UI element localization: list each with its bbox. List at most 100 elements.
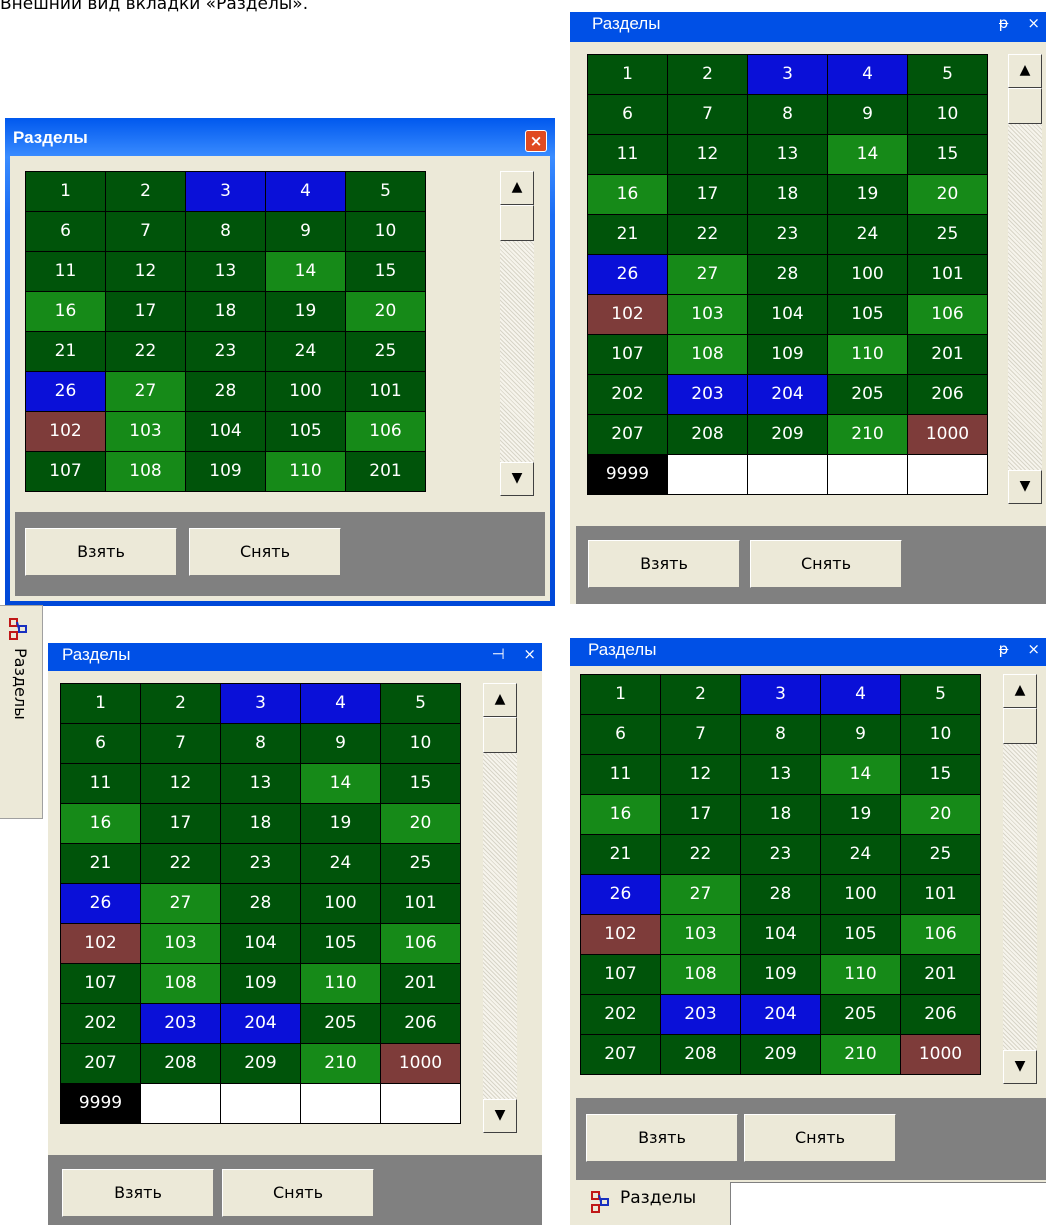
section-cell[interactable]: 12 xyxy=(106,252,185,291)
section-cell[interactable]: 5 xyxy=(381,684,460,723)
section-cell[interactable]: 106 xyxy=(908,295,987,334)
section-cell[interactable]: 14 xyxy=(821,755,900,794)
section-cell[interactable]: 25 xyxy=(346,332,425,371)
section-cell[interactable]: 207 xyxy=(588,415,667,454)
section-cell[interactable]: 11 xyxy=(61,764,140,803)
section-cell[interactable]: 20 xyxy=(346,292,425,331)
scroll-up-icon[interactable]: ▲ xyxy=(1003,674,1037,708)
section-cell[interactable]: 24 xyxy=(821,835,900,874)
section-cell[interactable]: 9999 xyxy=(588,455,667,494)
section-cell[interactable]: 104 xyxy=(221,924,300,963)
section-cell[interactable]: 106 xyxy=(346,412,425,451)
section-cell[interactable]: 22 xyxy=(668,215,747,254)
section-cell[interactable]: 21 xyxy=(581,835,660,874)
section-cell[interactable]: 12 xyxy=(661,755,740,794)
section-cell[interactable]: 210 xyxy=(301,1044,380,1083)
section-cell[interactable]: 8 xyxy=(186,212,265,251)
section-cell[interactable]: 9999 xyxy=(61,1084,140,1123)
section-cell[interactable]: 107 xyxy=(26,452,105,491)
section-cell[interactable]: 22 xyxy=(661,835,740,874)
scroll-down-icon[interactable]: ▼ xyxy=(483,1099,517,1133)
side-tab-sections[interactable]: Разделы xyxy=(0,605,43,819)
section-cell[interactable]: 28 xyxy=(748,255,827,294)
section-cell[interactable]: 2 xyxy=(668,55,747,94)
section-cell[interactable]: 206 xyxy=(908,375,987,414)
section-cell[interactable]: 13 xyxy=(186,252,265,291)
section-cell[interactable]: 3 xyxy=(186,172,265,211)
section-cell[interactable]: 24 xyxy=(301,844,380,883)
section-cell[interactable]: 18 xyxy=(186,292,265,331)
section-cell[interactable]: 11 xyxy=(581,755,660,794)
section-cell[interactable]: 15 xyxy=(908,135,987,174)
section-cell[interactable]: 104 xyxy=(748,295,827,334)
section-cell[interactable]: 105 xyxy=(828,295,907,334)
section-cell[interactable]: 104 xyxy=(186,412,265,451)
scroll-thumb[interactable] xyxy=(1003,708,1037,744)
section-cell[interactable]: 202 xyxy=(581,995,660,1034)
section-cell[interactable]: 201 xyxy=(908,335,987,374)
section-cell[interactable]: 4 xyxy=(828,55,907,94)
section-cell[interactable]: 18 xyxy=(741,795,820,834)
take-button[interactable]: Взять xyxy=(25,528,177,576)
section-cell[interactable]: 101 xyxy=(901,875,980,914)
section-cell[interactable]: 205 xyxy=(821,995,900,1034)
scroll-down-icon[interactable]: ▼ xyxy=(1008,470,1042,504)
titlebar[interactable]: Разделы ᵽ × xyxy=(570,638,1046,666)
section-cell[interactable]: 202 xyxy=(61,1004,140,1043)
empty-section-cell[interactable] xyxy=(381,1084,460,1123)
scrollbar[interactable]: ▲ ▼ xyxy=(1008,54,1042,504)
section-cell[interactable]: 103 xyxy=(668,295,747,334)
section-cell[interactable]: 207 xyxy=(581,1035,660,1074)
section-cell[interactable]: 14 xyxy=(828,135,907,174)
close-icon[interactable]: × xyxy=(525,130,547,152)
scrollbar[interactable]: ▲ ▼ xyxy=(1003,674,1037,1084)
section-cell[interactable]: 110 xyxy=(301,964,380,1003)
section-cell[interactable]: 103 xyxy=(661,915,740,954)
section-cell[interactable]: 19 xyxy=(821,795,900,834)
section-cell[interactable]: 1 xyxy=(61,684,140,723)
section-cell[interactable]: 105 xyxy=(821,915,900,954)
section-cell[interactable]: 1 xyxy=(588,55,667,94)
empty-section-cell[interactable] xyxy=(748,455,827,494)
section-cell[interactable]: 6 xyxy=(61,724,140,763)
section-cell[interactable]: 10 xyxy=(381,724,460,763)
section-cell[interactable]: 22 xyxy=(106,332,185,371)
section-cell[interactable]: 8 xyxy=(741,715,820,754)
section-cell[interactable]: 109 xyxy=(186,452,265,491)
section-cell[interactable]: 27 xyxy=(668,255,747,294)
section-cell[interactable]: 12 xyxy=(141,764,220,803)
section-cell[interactable]: 109 xyxy=(748,335,827,374)
section-cell[interactable]: 13 xyxy=(221,764,300,803)
section-cell[interactable]: 109 xyxy=(741,955,820,994)
section-cell[interactable]: 15 xyxy=(346,252,425,291)
section-cell[interactable]: 103 xyxy=(141,924,220,963)
section-cell[interactable]: 107 xyxy=(588,335,667,374)
section-cell[interactable]: 110 xyxy=(821,955,900,994)
scroll-up-icon[interactable]: ▲ xyxy=(1008,54,1042,88)
section-cell[interactable]: 104 xyxy=(741,915,820,954)
section-cell[interactable]: 204 xyxy=(748,375,827,414)
section-cell[interactable]: 10 xyxy=(901,715,980,754)
scroll-down-icon[interactable]: ▼ xyxy=(500,462,534,496)
section-cell[interactable]: 23 xyxy=(741,835,820,874)
section-cell[interactable]: 10 xyxy=(346,212,425,251)
scroll-thumb[interactable] xyxy=(483,717,517,753)
section-cell[interactable]: 205 xyxy=(828,375,907,414)
scrollbar[interactable]: ▲ ▼ xyxy=(483,683,517,1133)
section-cell[interactable]: 108 xyxy=(106,452,185,491)
section-cell[interactable]: 25 xyxy=(908,215,987,254)
section-cell[interactable]: 3 xyxy=(741,675,820,714)
section-cell[interactable]: 18 xyxy=(748,175,827,214)
take-button[interactable]: Взять xyxy=(62,1169,214,1217)
section-cell[interactable]: 208 xyxy=(141,1044,220,1083)
pin-icon[interactable]: ᵽ xyxy=(999,640,1009,658)
section-cell[interactable]: 24 xyxy=(828,215,907,254)
section-cell[interactable]: 201 xyxy=(381,964,460,1003)
section-cell[interactable]: 23 xyxy=(748,215,827,254)
section-cell[interactable]: 7 xyxy=(141,724,220,763)
section-cell[interactable]: 108 xyxy=(668,335,747,374)
section-cell[interactable]: 203 xyxy=(661,995,740,1034)
section-cell[interactable]: 204 xyxy=(741,995,820,1034)
section-cell[interactable]: 208 xyxy=(668,415,747,454)
section-cell[interactable]: 10 xyxy=(908,95,987,134)
